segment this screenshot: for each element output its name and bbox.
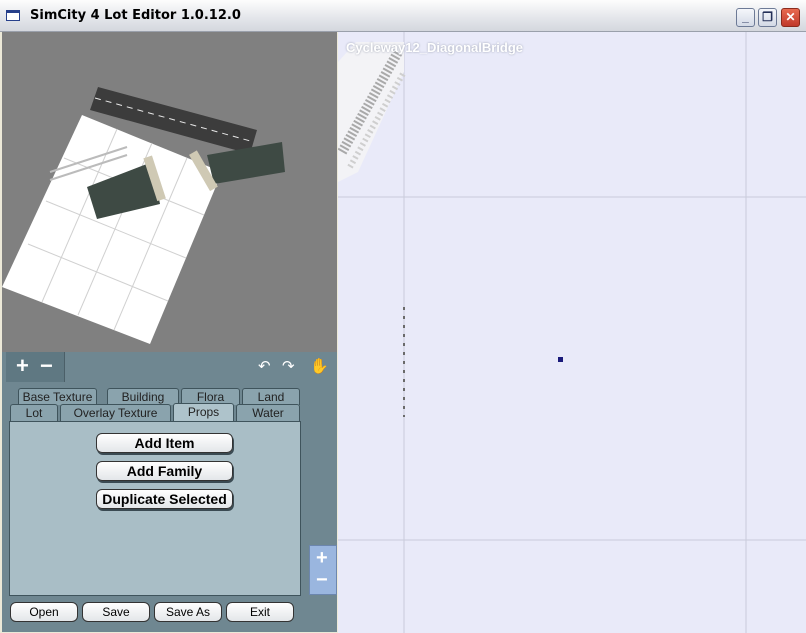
- preview-toolbar: + − ↶ ↷ ✋: [2, 352, 337, 382]
- exit-button[interactable]: Exit: [226, 602, 294, 622]
- rotate-left-icon[interactable]: ↶: [258, 359, 271, 375]
- close-button[interactable]: ✕: [781, 8, 800, 27]
- lot-zoom-control: + −: [309, 545, 337, 595]
- save-button[interactable]: Save: [82, 602, 150, 622]
- tab-land[interactable]: Land: [242, 388, 300, 405]
- rotate-right-icon[interactable]: ↷: [282, 359, 295, 375]
- add-item-button[interactable]: Add Item: [96, 433, 233, 453]
- tab-water[interactable]: Water: [236, 404, 300, 421]
- lot-3d-preview[interactable]: [2, 32, 337, 352]
- bridge-piece-right: [207, 142, 285, 184]
- open-button[interactable]: Open: [10, 602, 78, 622]
- duplicate-selected-button[interactable]: Duplicate Selected: [96, 489, 233, 509]
- lot-grid-overlay: [338, 32, 806, 633]
- lot-2d-view[interactable]: Cycleway12_DiagonalBridge: [338, 32, 806, 633]
- zoom-tab: + −: [6, 352, 65, 382]
- minimize-button[interactable]: _: [736, 8, 755, 27]
- texture-streak: [338, 42, 407, 182]
- zoom-in-button[interactable]: +: [16, 354, 29, 378]
- add-family-button[interactable]: Add Family: [96, 461, 233, 481]
- zoom-out-button[interactable]: −: [40, 354, 53, 378]
- preview-render: [2, 87, 285, 344]
- title-bar: SimCity 4 Lot Editor 1.0.12.0 _ ❐ ✕: [0, 0, 806, 32]
- tab-overlay-texture[interactable]: Overlay Texture: [60, 404, 171, 421]
- hand-pan-icon[interactable]: ✋: [310, 359, 329, 375]
- lot-plane: [2, 115, 222, 344]
- lot-center-marker: [558, 357, 563, 362]
- tab-props[interactable]: Props: [173, 403, 234, 422]
- lot-name-label: Cycleway12_DiagonalBridge: [346, 40, 524, 55]
- lot-zoom-out-button[interactable]: −: [316, 570, 328, 590]
- window-title: SimCity 4 Lot Editor 1.0.12.0: [30, 8, 241, 23]
- app-window-icon: [6, 10, 20, 21]
- tab-base-texture[interactable]: Base Texture: [18, 388, 97, 405]
- save-as-button[interactable]: Save As: [154, 602, 222, 622]
- maximize-button[interactable]: ❐: [758, 8, 777, 27]
- lot-zoom-in-button[interactable]: +: [316, 548, 328, 568]
- tab-lot[interactable]: Lot: [10, 404, 58, 421]
- tab-building[interactable]: Building: [107, 388, 179, 405]
